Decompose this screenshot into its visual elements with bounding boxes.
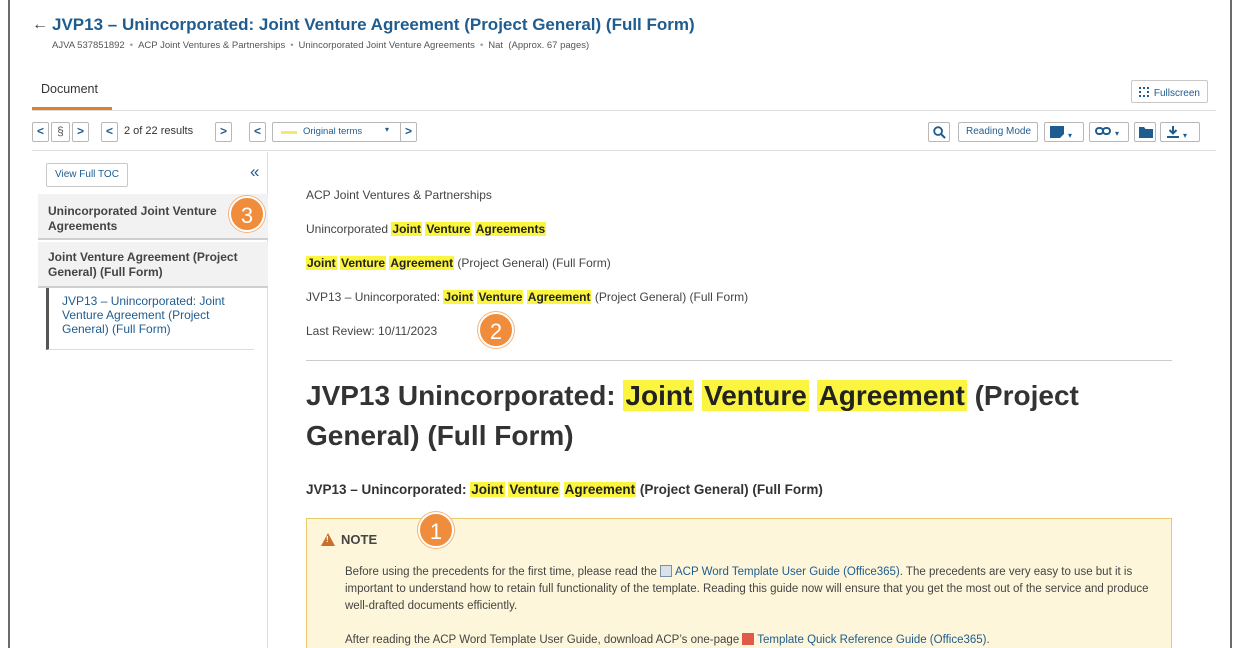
content-divider — [306, 360, 1172, 361]
next-result-button[interactable]: > — [215, 122, 232, 142]
callout-badge-1: 1 — [418, 512, 454, 548]
tab-document[interactable]: Document — [32, 74, 112, 110]
terms-select[interactable]: Original terms ▾ — [272, 122, 404, 142]
results-counter: 2 of 22 results — [124, 125, 194, 137]
toc-item-jva-project-general[interactable]: Joint Venture Agreement (Project General… — [38, 242, 268, 288]
document-meta: AJVA 537851892 • ACP Joint Ventures & Part… — [52, 40, 590, 51]
search-button[interactable] — [928, 122, 950, 142]
view-full-toc-button[interactable]: View Full TOC — [46, 163, 128, 187]
app-frame: ← JVP13 – Unincorporated: Joint Venture … — [8, 0, 1232, 648]
prev-term-button[interactable]: < — [249, 122, 266, 142]
fullscreen-button[interactable]: Fullscreen — [1130, 80, 1208, 103]
download-icon — [1167, 126, 1179, 138]
prev-result-button[interactable]: < — [101, 122, 118, 142]
breadcrumb-publication: ACP Joint Ventures & Partnerships — [306, 188, 492, 202]
reading-mode-button[interactable]: Reading Mode — [958, 122, 1038, 142]
note-heading: ! NOTE — [321, 531, 377, 547]
warning-icon: ! — [321, 533, 335, 546]
chevron-down-icon: ▾ — [1068, 131, 1073, 140]
breadcrumb-subsection: Joint Venture Agreement (Project General… — [306, 256, 611, 270]
document-header: ← JVP13 – Unincorporated: Joint Venture … — [10, 0, 1230, 111]
callout-badge-3: 3 — [229, 196, 265, 232]
link-button[interactable]: ▾ — [1089, 122, 1129, 142]
meta-id: AJVA 537851892 — [52, 40, 125, 51]
note-icon — [1050, 126, 1064, 138]
last-review-date: Last Review: 10/11/2023 — [306, 324, 438, 338]
chevron-down-icon: ▾ — [384, 125, 389, 134]
quick-reference-link[interactable]: Template Quick Reference Guide (Office36… — [757, 634, 986, 646]
next-term-button[interactable]: > — [400, 122, 417, 142]
callout-badge-2: 2 — [478, 312, 514, 348]
download-button[interactable]: ▾ — [1160, 122, 1200, 142]
toc-item-jvp13-current[interactable]: JVP13 – Unincorporated: Joint Venture Ag… — [46, 288, 254, 350]
meta-pages: (Approx. 67 pages) — [508, 40, 590, 51]
word-document-icon — [659, 565, 672, 577]
document-toolbar: < § > < 2 of 22 results > < Original ter… — [10, 122, 1230, 144]
prev-section-button[interactable]: < — [32, 122, 49, 142]
chevron-down-icon: ▾ — [1183, 131, 1188, 140]
note-paragraph-1: Before using the precedents for the firs… — [345, 565, 1149, 612]
search-icon — [933, 126, 946, 139]
collapse-sidebar-icon[interactable]: « — [250, 162, 259, 182]
toolbar-divider — [32, 150, 1216, 151]
document-heading: JVP13 Unincorporated: Joint Venture Agre… — [306, 380, 1079, 451]
meta-jurisdiction: Nat — [488, 40, 504, 51]
breadcrumb-document: JVP13 – Unincorporated: Joint Venture Ag… — [306, 290, 749, 304]
toc-sidebar: View Full TOC « Unincorporated Joint Ven… — [32, 152, 268, 648]
term-highlight-swatch — [281, 131, 297, 134]
tab-divider — [32, 110, 1216, 111]
annotate-button[interactable]: ▾ — [1044, 122, 1084, 142]
next-section-button[interactable]: > — [72, 122, 89, 142]
fullscreen-icon — [1138, 87, 1149, 97]
meta-publication: ACP Joint Ventures & Partnerships — [138, 40, 286, 51]
section-icon[interactable]: § — [51, 122, 70, 142]
note-paragraph-2: After reading the ACP Word Template User… — [345, 633, 990, 646]
document-content: ACP Joint Ventures & Partnerships Uninco… — [306, 152, 1186, 648]
chevron-down-icon: ▾ — [1115, 129, 1120, 138]
pdf-icon — [742, 633, 755, 645]
back-arrow-icon[interactable]: ← — [32, 16, 48, 34]
breadcrumb-section: Unincorporated Joint Venture Agreements — [306, 222, 547, 236]
document-title: JVP13 – Unincorporated: Joint Venture Ag… — [52, 15, 695, 34]
folder-icon — [1139, 127, 1153, 138]
folder-button[interactable] — [1134, 122, 1156, 142]
document-subheading: JVP13 – Unincorporated: Joint Venture Ag… — [306, 482, 823, 497]
user-guide-link[interactable]: ACP Word Template User Guide (Office365) — [675, 566, 900, 578]
link-icon — [1095, 127, 1111, 135]
meta-section: Unincorporated Joint Venture Agreements — [298, 40, 475, 51]
